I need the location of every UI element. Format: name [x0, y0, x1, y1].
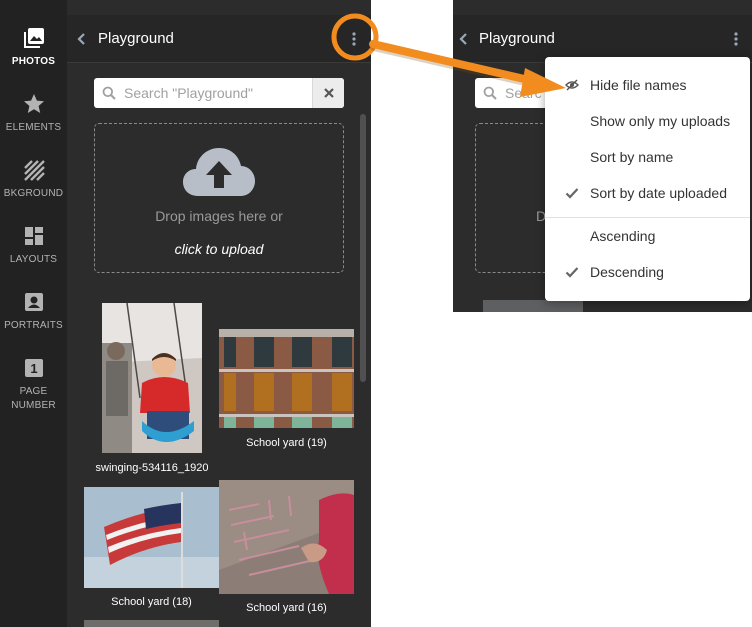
scrollbar[interactable]	[360, 114, 366, 382]
rail-label-background: BKGROUND	[3, 188, 64, 199]
menu-label: Show only my uploads	[590, 113, 731, 129]
rail-item-background[interactable]: BKGROUND	[0, 159, 67, 201]
rail-label-elements: ELEMENTS	[5, 122, 62, 133]
cloud-upload-icon	[183, 148, 255, 196]
menu-item-show-only-my-uploads[interactable]: Show only my uploads	[545, 105, 750, 137]
rail-item-photos[interactable]: PHOTOS	[0, 27, 67, 69]
rail-label-number: NUMBER	[11, 400, 56, 411]
close-icon	[324, 88, 334, 98]
check-icon	[565, 267, 579, 278]
search-box	[94, 78, 344, 108]
menu-label: Sort by date uploaded	[590, 185, 727, 201]
rail-label-photos: PHOTOS	[11, 56, 56, 67]
photo-thumb-school-yard-19[interactable]	[219, 329, 354, 428]
menu-item-ascending[interactable]: Ascending	[545, 220, 750, 252]
menu-item-sort-by-date[interactable]: Sort by date uploaded	[545, 177, 750, 209]
rail-item-layouts[interactable]: LAYOUTS	[0, 225, 67, 267]
photos-panel: Playground Drop i	[67, 0, 371, 627]
photo-caption-2: School yard (19)	[246, 437, 327, 449]
menu-item-descending[interactable]: Descending	[545, 256, 750, 288]
search-input[interactable]	[124, 78, 306, 108]
click-to-upload-link[interactable]: click to upload	[95, 241, 343, 257]
photo-caption-4: School yard (16)	[246, 602, 327, 614]
menu-divider	[545, 217, 750, 218]
star-icon	[23, 94, 44, 113]
drop-instructions: Drop images here or	[155, 208, 283, 224]
menu-label: Sort by name	[590, 149, 674, 165]
rail-label-page-number: PAGE NUMBER	[0, 385, 67, 413]
upload-dropzone[interactable]: Drop images here or click to upload	[94, 123, 344, 273]
chevron-left-icon[interactable]	[73, 30, 91, 48]
panel-title-secondary: Playground	[479, 30, 555, 47]
menu-label: Ascending	[590, 228, 656, 244]
tool-rail: PHOTOS ELEMENTS BKGROUND LAYOUTS PORTRAI…	[0, 0, 67, 627]
photos-app: PHOTOS ELEMENTS BKGROUND LAYOUTS PORTRAI…	[0, 0, 371, 627]
check-icon	[565, 188, 579, 199]
menu-label: Hide file names	[590, 77, 687, 93]
menu-item-hide-file-names[interactable]: Hide file names	[545, 69, 750, 101]
menu-item-sort-by-name[interactable]: Sort by name	[545, 141, 750, 173]
rail-item-elements[interactable]: ELEMENTS	[0, 93, 67, 135]
photo-caption-1: swinging-534116_1920	[95, 462, 209, 474]
panel-title: Playground	[98, 30, 174, 47]
search-icon	[102, 86, 116, 100]
background-hatch-icon	[23, 160, 45, 181]
chevron-left-icon[interactable]	[455, 30, 473, 48]
rail-label-portraits: PORTRAITS	[4, 320, 63, 331]
photo-thumb-swinging[interactable]	[102, 303, 202, 453]
photo-thumb-school-yard-16[interactable]	[219, 480, 354, 594]
photo-thumb-partial	[84, 620, 219, 627]
photos-icon	[23, 28, 44, 48]
clear-search-button[interactable]	[312, 78, 344, 108]
rail-item-page-number[interactable]: 1 PAGE NUMBER	[0, 357, 67, 413]
photo-thumb-peek	[483, 300, 583, 312]
kebab-menu-icon[interactable]	[347, 29, 361, 49]
eye-slash-icon	[565, 79, 579, 91]
search-placeholder-fragment: Searc	[505, 85, 542, 101]
photo-caption-3: School yard (18)	[111, 596, 192, 608]
page-number-glyph: 1	[30, 361, 37, 376]
page-number-icon: 1	[24, 359, 43, 377]
rail-label-page: PAGE	[19, 386, 48, 397]
portrait-icon	[24, 293, 43, 311]
menu-label: Descending	[590, 264, 664, 280]
options-menu: Hide file names Show only my uploads Sor…	[545, 57, 750, 301]
search-icon	[483, 86, 497, 100]
panel-header-secondary: Playground	[453, 15, 752, 63]
kebab-menu-icon[interactable]	[729, 29, 743, 49]
rail-label-layouts: LAYOUTS	[9, 254, 58, 265]
panel-header: Playground	[67, 15, 371, 63]
layout-grid-icon	[24, 227, 43, 245]
photo-thumb-school-yard-18[interactable]	[84, 487, 219, 588]
rail-item-portraits[interactable]: PORTRAITS	[0, 291, 67, 333]
